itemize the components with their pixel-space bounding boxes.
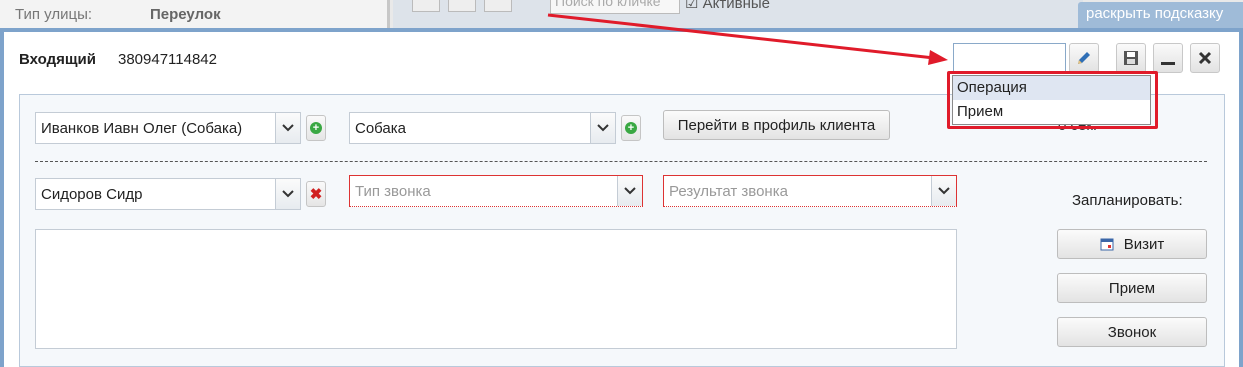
annotation-arrow xyxy=(547,13,948,65)
